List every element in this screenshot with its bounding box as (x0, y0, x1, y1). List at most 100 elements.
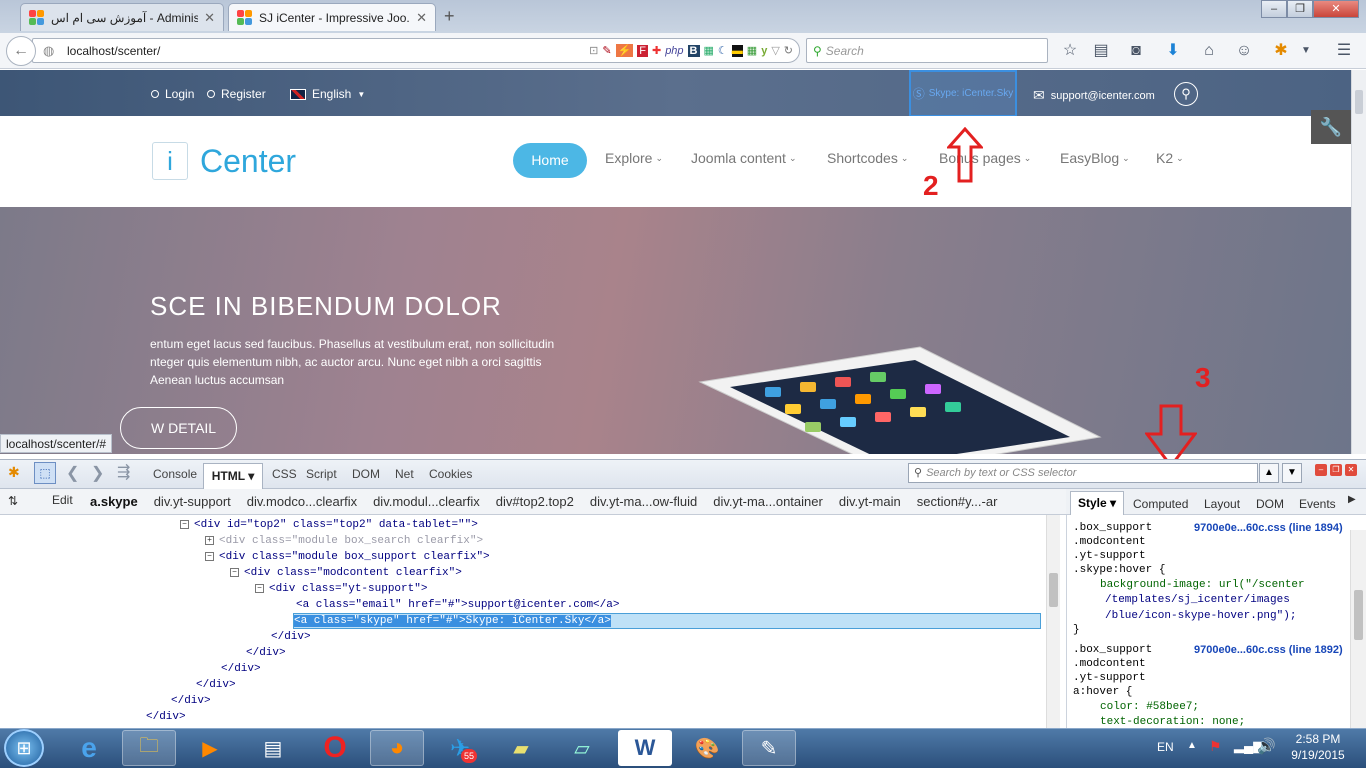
css-source-link[interactable]: 9700e0e...60c.css (line 1894) (1194, 521, 1343, 535)
scrollbar-thumb[interactable] (1354, 590, 1363, 640)
login-link[interactable]: Login (151, 87, 194, 101)
email-link[interactable]: ✉ support@icenter.com (1033, 87, 1155, 104)
back-arrow-icon[interactable]: ❮ (66, 463, 79, 483)
tab-layout[interactable]: Layout (1204, 497, 1240, 511)
tab-computed[interactable]: Computed (1133, 497, 1188, 511)
taskbar-clock[interactable]: 2:58 PM 9/19/2015 (1278, 731, 1358, 763)
css-property[interactable]: background-image: url("/scenter (1100, 578, 1305, 592)
minimize-button[interactable]: – (1261, 0, 1287, 18)
menu-k2[interactable]: K2 ⌄ (1156, 150, 1184, 166)
close-tab-icon[interactable]: ✕ (416, 10, 427, 26)
breadcrumb-item[interactable]: div#top2.top2 (496, 494, 574, 509)
maximize-button[interactable]: ❐ (1287, 0, 1313, 18)
devtools-minimize-button[interactable]: – (1315, 464, 1327, 476)
css-pane-scrollbar[interactable] (1350, 530, 1366, 728)
html-tree-scrollbar[interactable] (1046, 515, 1060, 728)
bookmark-star-icon[interactable]: ☆ (1060, 41, 1080, 61)
reading-list-icon[interactable]: ▤ (1091, 41, 1111, 61)
register-link[interactable]: Register (207, 87, 266, 101)
close-window-button[interactable]: ✕ (1313, 0, 1359, 18)
volume-icon[interactable]: 🔊 (1257, 737, 1276, 755)
css-property[interactable]: text-decoration: none; (1100, 715, 1245, 728)
breadcrumb-item[interactable]: div.yt-ma...ontainer (713, 494, 823, 509)
opera-icon[interactable]: O (308, 730, 362, 766)
page-scrollbar[interactable] (1351, 70, 1366, 454)
sticky-notes-icon[interactable]: ▰ (494, 730, 548, 766)
breadcrumb-item[interactable]: div.yt-main (839, 494, 901, 509)
menu-shortcodes[interactable]: Shortcodes ⌄ (827, 150, 908, 166)
firebug-menu-arrow-icon[interactable]: ▼ (1296, 41, 1316, 61)
tree-node[interactable]: </div> (196, 677, 236, 693)
tree-node[interactable]: </div> (146, 709, 186, 725)
search-prev-button[interactable]: ▲ (1259, 463, 1279, 483)
inspect-element-icon[interactable]: ⬚ (34, 462, 56, 484)
breadcrumb-item[interactable]: div.modul...clearfix (373, 494, 480, 509)
search-next-button[interactable]: ▼ (1282, 463, 1302, 483)
firebug-icon[interactable]: ✱ (8, 464, 20, 481)
tray-security-icon[interactable]: ⚑ (1209, 738, 1222, 755)
css-source-link[interactable]: 9700e0e...60c.css (line 1892) (1194, 643, 1343, 657)
file-explorer-icon[interactable]: 🗀 (122, 730, 176, 766)
scrollbar-thumb[interactable] (1049, 573, 1058, 607)
document-icon[interactable]: ▤ (246, 730, 300, 766)
paint-icon[interactable]: 🎨 (680, 730, 734, 766)
tab-script[interactable]: Script (306, 467, 337, 481)
tab-style[interactable]: Style ▾ (1070, 491, 1124, 516)
media-player-icon[interactable]: ▶ (183, 730, 237, 766)
download-icon[interactable]: ⬇ (1163, 41, 1183, 61)
site-search-icon[interactable]: ⚲ (1174, 82, 1198, 106)
devtools-search-input[interactable]: ⚲ Search by text or CSS selector (908, 463, 1258, 483)
skype-link[interactable]: Ⓢ Skype: iCenter.Sky (909, 70, 1017, 117)
devtools-close-button[interactable]: ✕ (1345, 464, 1357, 476)
word-icon[interactable]: W (618, 730, 672, 766)
start-button[interactable]: ⊞ (4, 729, 44, 767)
css-property-value[interactable]: /blue/icon-skype-hover.png"); (1105, 609, 1296, 623)
tab-administrator[interactable]: آموزش سی ام اس - Administr... ✕ (20, 3, 224, 31)
tab-console[interactable]: Console (153, 467, 197, 481)
browser-search-input[interactable]: ⚲ Search (806, 38, 1048, 63)
language-dropdown[interactable]: English ▼ (290, 87, 365, 101)
back-button[interactable]: ← (6, 36, 36, 66)
internet-explorer-icon[interactable]: e (62, 730, 116, 766)
selected-tree-node[interactable]: <a class="skype" href="#">Skype: iCenter… (293, 613, 1041, 629)
tab-cookies[interactable]: Cookies (429, 467, 472, 481)
telegram-icon[interactable]: ✈ (433, 730, 487, 766)
tree-node[interactable]: − <div class="module box_support clearfix… (205, 549, 490, 565)
tab-icenter[interactable]: SJ iCenter - Impressive Joo... ✕ (228, 3, 436, 31)
tree-node[interactable]: </div> (271, 629, 311, 645)
breadcrumb-item[interactable]: a.skype (90, 494, 138, 509)
breadcrumb-item[interactable]: div.yt-support (154, 494, 231, 509)
tab-dom-side[interactable]: DOM (1256, 497, 1284, 511)
chat-icon[interactable]: ☺ (1234, 41, 1254, 61)
tree-node[interactable]: − <div class="modcontent clearfix"> (230, 565, 462, 581)
forward-arrow-icon[interactable]: ❯ (91, 463, 104, 483)
language-indicator[interactable]: EN (1157, 740, 1174, 754)
panel-layout-icon[interactable]: ⇅ (8, 494, 18, 508)
hamburger-menu-icon[interactable]: ☰ (1334, 41, 1354, 61)
devtools-detach-button[interactable]: ❐ (1330, 464, 1342, 476)
css-property[interactable]: color: #58bee7; (1100, 700, 1199, 714)
css-property-value[interactable]: /templates/sj_icenter/images (1105, 593, 1290, 607)
menu-joomla-content[interactable]: Joomla content ⌄ (691, 150, 797, 166)
tab-css[interactable]: CSS (272, 467, 297, 481)
tree-node[interactable]: − <div class="yt-support"> (255, 581, 427, 597)
scrollbar-thumb[interactable] (1355, 90, 1363, 114)
more-tabs-arrow-icon[interactable]: ▶ (1348, 494, 1356, 505)
tree-node[interactable]: + <div class="module box_search clearfix"… (205, 533, 483, 549)
view-detail-button[interactable]: W DETAIL (120, 407, 237, 449)
breadcrumb-item[interactable]: div.yt-ma...ow-fluid (590, 494, 697, 509)
tab-events[interactable]: Events (1299, 497, 1336, 511)
menu-easyblog[interactable]: EasyBlog ⌄ (1060, 150, 1130, 166)
step-icon[interactable]: ⇶ (117, 462, 130, 482)
tree-node[interactable]: </div> (246, 645, 286, 661)
site-logo[interactable]: i Center (152, 142, 296, 180)
tab-net[interactable]: Net (395, 467, 414, 481)
menu-explore[interactable]: Explore ⌄ (605, 150, 663, 166)
tray-arrow-icon[interactable]: ▲ (1187, 740, 1197, 751)
address-bar[interactable]: ◍ localhost/scenter/ ⊡ ✎ ⚡ F ✚ php B ▦ ☾ ▬ ▦ y ▽ ↻ (32, 38, 800, 63)
tree-node[interactable]: <a class="email" href="#">support@icente… (296, 597, 619, 613)
breadcrumb-item[interactable]: section#y...-ar (917, 494, 998, 509)
firebug-icon[interactable]: ✱ (1271, 41, 1291, 61)
wrench-icon[interactable]: 🔧 (1311, 110, 1351, 144)
editor-icon[interactable]: ✎ (742, 730, 796, 766)
